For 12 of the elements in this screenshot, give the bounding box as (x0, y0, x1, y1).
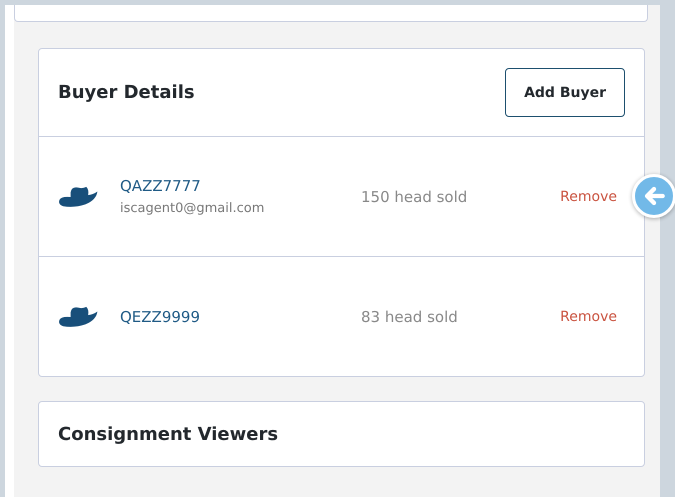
section-title: Buyer Details (58, 82, 195, 103)
section-title: Consignment Viewers (58, 424, 278, 444)
buyer-email: iscagent0@gmail.com (120, 201, 266, 216)
remove-link[interactable]: Remove (560, 308, 617, 324)
head-sold-text: 83 head sold (361, 308, 459, 326)
buyer-code: QEZZ9999 (120, 308, 202, 326)
hat-icon (57, 184, 99, 208)
remove-link[interactable]: Remove (560, 188, 617, 204)
head-sold-text: 150 head sold (361, 188, 468, 206)
buyer-code: QAZZ7777 (120, 177, 202, 195)
hat-icon (57, 304, 99, 328)
add-buyer-button[interactable]: Add Buyer (505, 68, 625, 117)
